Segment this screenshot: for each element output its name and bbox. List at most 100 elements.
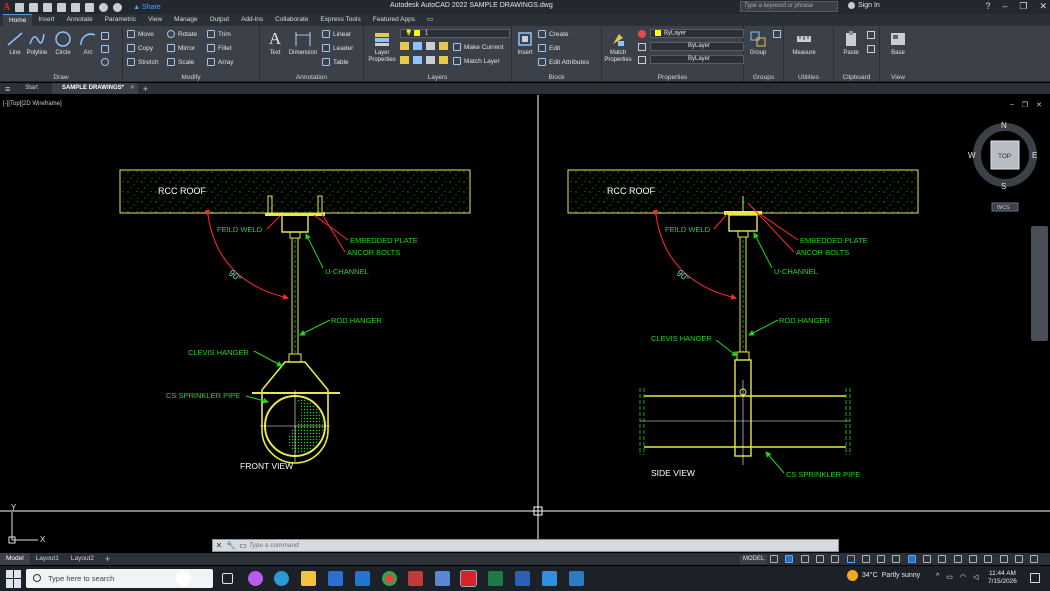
mail-icon[interactable] — [355, 571, 370, 586]
drawing-tab[interactable]: SAMPLE DRAWINGS* ✕ — [51, 83, 138, 94]
drawing-canvas[interactable]: RCC ROOF 90° FEILD WELD EMBEDDED PLATE A… — [0, 95, 1050, 551]
grid-icon[interactable] — [770, 555, 778, 563]
undo-icon[interactable] — [99, 2, 109, 12]
web-mobile-icon[interactable] — [71, 2, 81, 12]
tab-annotate[interactable]: Annotate — [61, 14, 99, 26]
color-dropdown[interactable]: ByLayer — [650, 29, 744, 38]
tab-home[interactable]: Home — [3, 14, 33, 26]
layer-thaw-icon[interactable] — [426, 55, 435, 64]
save-as-icon[interactable] — [57, 2, 67, 12]
layer-properties-button[interactable]: Layer Properties — [366, 30, 398, 64]
osnap-icon[interactable] — [846, 555, 855, 563]
tab-parametric[interactable]: Parametric — [99, 14, 142, 26]
linetype-dropdown[interactable]: ByLayer — [650, 42, 744, 51]
new-file-icon[interactable] — [15, 2, 25, 12]
layout-tab-layout1[interactable]: Layout1 — [30, 553, 65, 565]
new-tab-icon[interactable]: + — [138, 84, 153, 94]
layout-tab-model[interactable]: Model — [0, 553, 30, 565]
groups-panel-title[interactable]: Groups — [744, 74, 783, 81]
close-tab-icon[interactable]: ✕ — [130, 83, 135, 94]
tab-insert[interactable]: Insert — [32, 14, 60, 26]
lineweight-toggle-icon[interactable] — [877, 555, 886, 563]
plot-icon[interactable] — [85, 2, 95, 12]
tab-overflow-icon[interactable]: ▭ — [421, 14, 439, 26]
hatch-tool[interactable] — [101, 45, 109, 53]
autocad-taskbar-icon[interactable] — [460, 570, 477, 587]
navigation-bar[interactable] — [1031, 226, 1048, 341]
u-channel-front[interactable] — [281, 216, 309, 233]
trim-button[interactable]: Trim — [207, 30, 231, 38]
tab-express-tools[interactable]: Express Tools — [314, 14, 366, 26]
nut-bottom-front[interactable] — [288, 353, 302, 363]
windows-start-icon[interactable] — [6, 569, 24, 588]
annotation-panel-title[interactable]: Annotation — [260, 74, 363, 81]
clipboard-panel-title[interactable]: Clipboard — [834, 74, 879, 81]
layer-freeze-icon[interactable] — [426, 42, 435, 50]
linear-dimension-dropdown[interactable]: Linear — [322, 30, 351, 38]
properties-panel-title[interactable]: Properties — [602, 74, 743, 81]
volume-icon[interactable]: ◁ — [973, 573, 978, 581]
network-icon[interactable]: ▭ — [946, 573, 953, 581]
viewport-close-icon[interactable]: ✕ — [1036, 101, 1042, 109]
selection-cycling-icon[interactable] — [907, 555, 916, 563]
menu-icon[interactable]: ≡ — [0, 84, 15, 94]
tray-chevron-icon[interactable]: ^ — [936, 573, 939, 581]
help-icon[interactable]: ? — [985, 1, 990, 12]
word-icon[interactable] — [515, 571, 530, 586]
layer-isolate-icon[interactable] — [413, 42, 422, 50]
edge-icon[interactable] — [274, 571, 289, 586]
insert-button[interactable]: Insert — [512, 30, 538, 57]
group-button[interactable]: Group — [745, 30, 771, 57]
copilot-icon[interactable] — [248, 571, 263, 586]
chrome-icon[interactable] — [382, 571, 397, 586]
layout-tab-layout2[interactable]: Layout2 — [65, 553, 100, 565]
wifi-icon[interactable]: ◠ — [960, 573, 966, 581]
create-block-button[interactable]: Create — [538, 30, 569, 38]
store-icon[interactable] — [328, 571, 343, 586]
units-icon[interactable] — [984, 555, 993, 563]
tab-view[interactable]: View — [142, 14, 168, 26]
embedded-plate-front[interactable] — [265, 213, 325, 216]
add-layout-icon[interactable]: + — [100, 554, 115, 564]
compass-s[interactable]: S — [1001, 182, 1006, 191]
rotate-button[interactable]: Rotate — [167, 30, 197, 38]
autocad-icon-a[interactable] — [408, 571, 423, 586]
rectangle-tool[interactable] — [101, 32, 109, 40]
workspace-gear-icon[interactable] — [953, 555, 962, 563]
tab-add-ins[interactable]: Add-ins — [235, 14, 269, 26]
restore-icon[interactable]: ❐ — [1019, 1, 1027, 12]
layer-dropdown[interactable]: 💡 1 — [400, 29, 510, 38]
utilities-panel-title[interactable]: Utilities — [784, 74, 833, 81]
ellipse-tool[interactable] — [101, 58, 109, 66]
front-view[interactable]: RCC ROOF 90° FEILD WELD EMBEDDED PLATE A… — [119, 169, 471, 471]
array-button[interactable]: Array — [207, 58, 234, 66]
ungroup-icon[interactable] — [773, 30, 781, 38]
layer-off-icon[interactable] — [400, 42, 409, 50]
block-panel-title[interactable]: Block — [512, 74, 601, 81]
viewport-minimize-icon[interactable]: – — [1010, 101, 1014, 109]
weather-widget[interactable]: 34°C Partly sunny — [847, 570, 920, 581]
viewport-restore-icon[interactable]: ❐ — [1022, 101, 1028, 109]
control-panel-icon[interactable] — [569, 571, 584, 586]
dimension-button[interactable]: Dimension — [286, 30, 320, 57]
compass-e[interactable]: E — [1032, 151, 1037, 160]
view-panel-title[interactable]: View — [880, 74, 916, 81]
edit-block-button[interactable]: Edit — [538, 44, 560, 52]
command-close-icon[interactable]: ✕ — [213, 541, 225, 550]
layer-on-all-icon[interactable] — [400, 55, 409, 64]
viewport-controls-label[interactable]: [-][Top][2D Wireframe] — [3, 101, 62, 107]
modify-panel-title[interactable]: Modify — [123, 74, 259, 81]
excel-icon[interactable] — [488, 571, 503, 586]
command-customize-icon[interactable]: 🔧 — [225, 541, 237, 550]
leader-dropdown[interactable]: Leader — [322, 44, 353, 52]
model-space-toggle[interactable]: MODEL — [740, 555, 768, 564]
lineweight-dropdown[interactable]: ByLayer — [650, 55, 744, 64]
copy-clip-icon[interactable] — [867, 31, 875, 39]
help-search-input[interactable]: Type a keyword or phrase — [740, 1, 838, 12]
task-view-icon[interactable] — [222, 573, 233, 584]
annotation-scale-icon[interactable] — [923, 555, 931, 563]
sign-in-button[interactable]: Sign In — [848, 2, 880, 9]
move-button[interactable]: Move — [127, 30, 154, 38]
layer-unlock-icon[interactable] — [439, 55, 448, 64]
tab-collaborate[interactable]: Collaborate — [269, 14, 314, 26]
